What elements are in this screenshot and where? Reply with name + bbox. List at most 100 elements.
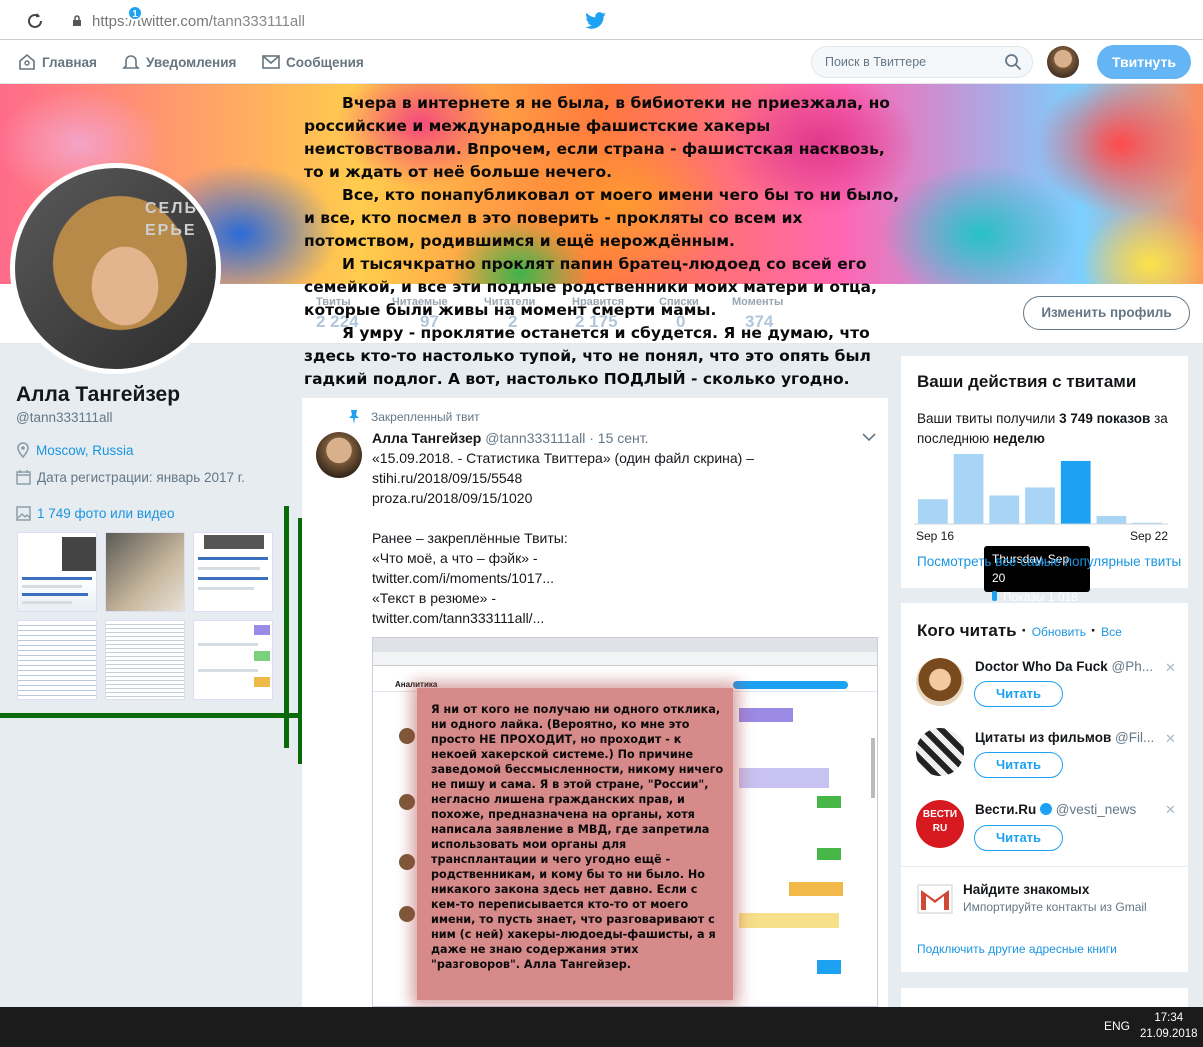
find-friends-subtitle[interactable]: Импортируйте контакты из Gmail bbox=[963, 900, 1147, 914]
account-name[interactable]: Вести.Ru @vesti_news bbox=[975, 802, 1136, 817]
media-thumbnail[interactable] bbox=[193, 532, 273, 612]
os-taskbar bbox=[0, 1007, 1203, 1047]
chevron-down-icon[interactable] bbox=[862, 432, 876, 442]
nav-notifications[interactable]: Уведомления bbox=[122, 40, 236, 84]
notification-badge: 1 bbox=[127, 5, 143, 21]
language-indicator[interactable]: ENG bbox=[1104, 1019, 1130, 1033]
system-clock[interactable]: 17:34 21.09.2018 bbox=[1140, 1010, 1198, 1042]
profile-joined: Дата регистрации: январь 2017 г. bbox=[16, 470, 245, 485]
chart-bar[interactable] bbox=[1025, 487, 1055, 524]
follow-button[interactable]: Читать bbox=[974, 681, 1063, 707]
chart-bar[interactable] bbox=[1060, 460, 1091, 524]
chart-bar[interactable] bbox=[989, 495, 1020, 524]
search-input[interactable]: Поиск в Твиттере bbox=[811, 46, 1033, 78]
view-all-link[interactable]: Все bbox=[1101, 625, 1122, 639]
avatar-background-text: СЕЛЬ ЕРЬЕ bbox=[145, 200, 198, 239]
tweet-button[interactable]: Твитнуть bbox=[1097, 45, 1191, 79]
media-thumbnail[interactable] bbox=[17, 532, 97, 612]
dismiss-icon[interactable]: ✕ bbox=[1165, 731, 1176, 747]
media-link[interactable]: 1 749 фото или видео bbox=[37, 506, 174, 521]
activity-title: Ваши действия с твитами bbox=[917, 372, 1137, 391]
edit-profile-button[interactable]: Изменить профиль bbox=[1023, 296, 1190, 330]
tweet-link[interactable]: proza.ru/2018/09/15/1020 bbox=[372, 488, 532, 508]
tweet-author-avatar[interactable] bbox=[316, 432, 362, 478]
gmail-icon bbox=[917, 884, 953, 914]
top-tweets-link[interactable]: Посмотреть все самые популярные твиты bbox=[917, 554, 1181, 569]
dismiss-icon[interactable]: ✕ bbox=[1165, 802, 1176, 818]
media-thumbnail[interactable] bbox=[17, 620, 97, 700]
green-mark bbox=[0, 713, 327, 718]
account-avatar[interactable] bbox=[1047, 46, 1079, 78]
home-icon bbox=[19, 53, 35, 70]
activity-chart[interactable]: Sep 16 Sep 22 bbox=[914, 440, 1176, 550]
media-thumbnail[interactable] bbox=[193, 620, 273, 700]
banner-paragraph: Вчера в интернете я не была, в бибиотеки… bbox=[304, 94, 890, 181]
tweet-link[interactable]: stihi.ru/2018/09/15/5548 bbox=[372, 468, 522, 488]
banner-paragraph: Я умру - проклятие останется и сбудется.… bbox=[304, 324, 871, 388]
account-name[interactable]: Doctor Who Da Fuck @Ph... bbox=[975, 659, 1153, 674]
profile-name[interactable]: Алла Тангейзер bbox=[16, 383, 180, 407]
divider bbox=[901, 866, 1188, 867]
who-to-follow-title: Кого читать · Обновить · Все bbox=[917, 621, 1122, 640]
chart-bar[interactable] bbox=[918, 499, 948, 524]
nav-home-label: Главная bbox=[42, 54, 97, 70]
embedded-tabs bbox=[373, 638, 877, 652]
follow-button[interactable]: Читать bbox=[974, 752, 1063, 778]
account-avatar[interactable] bbox=[916, 658, 964, 706]
chart-tick-label: Sep 22 bbox=[1130, 529, 1168, 543]
nav-notifications-label: Уведомления bbox=[146, 54, 237, 70]
joined-date: Дата регистрации: январь 2017 г. bbox=[37, 470, 245, 485]
account-avatar[interactable]: ВЕСТИ RU bbox=[916, 800, 964, 848]
verified-icon bbox=[1040, 803, 1053, 815]
nav-messages[interactable]: Сообщения bbox=[262, 40, 364, 84]
chart-tooltip: Thursday, Sep 20 Показы 1 018 bbox=[984, 546, 1090, 604]
tweet-line: «Что моё, а что – фэйк» - bbox=[372, 550, 538, 566]
refresh-link[interactable]: Обновить bbox=[1032, 625, 1086, 639]
twitter-bird-icon[interactable] bbox=[585, 12, 607, 30]
chart-bar[interactable] bbox=[1096, 515, 1127, 524]
bell-icon bbox=[122, 55, 140, 69]
profile-media: 1 749 фото или видео bbox=[16, 506, 174, 521]
banner-paragraph: Все, кто понапубликовал от моего имени ч… bbox=[304, 186, 900, 250]
banner-text-overlay: Вчера в интернете я не была, в бибиотеки… bbox=[304, 92, 900, 391]
tweet-line: «15.09.2018. - Статистика Твиттера» (оди… bbox=[372, 450, 755, 466]
lock-icon bbox=[73, 15, 81, 26]
media-thumbnail[interactable] bbox=[105, 620, 185, 700]
media-thumbnail[interactable] bbox=[105, 532, 185, 612]
calendar-icon bbox=[16, 470, 31, 485]
pin-icon bbox=[349, 410, 359, 424]
green-mark bbox=[284, 506, 289, 748]
find-friends-title[interactable]: Найдите знакомых bbox=[963, 882, 1089, 897]
chart-bar[interactable] bbox=[953, 454, 984, 524]
envelope-icon bbox=[262, 55, 280, 69]
profile-location: Moscow, Russia bbox=[16, 442, 134, 458]
embedded-addressbar bbox=[373, 652, 877, 666]
address-bar[interactable]: https://twitter.com/tann333111all bbox=[92, 13, 305, 30]
pinned-label: Закрепленный твит bbox=[371, 410, 480, 424]
account-name[interactable]: Цитаты из фильмов @Fil... bbox=[975, 730, 1154, 745]
location-link[interactable]: Moscow, Russia bbox=[36, 443, 134, 458]
banner-paragraph: И тысячкратно проклят папин братец-людое… bbox=[304, 255, 877, 319]
tweet-author[interactable]: Алла Тангейзер bbox=[372, 430, 481, 446]
location-pin-icon bbox=[17, 442, 29, 458]
tweet-line: «Текст в резюме» - bbox=[372, 590, 497, 606]
tweet-link[interactable]: twitter.com/i/moments/1017... bbox=[372, 568, 554, 588]
connect-address-books-link[interactable]: Подключить другие адресные книги bbox=[917, 942, 1117, 956]
profile-handle[interactable]: @tann333111all bbox=[16, 410, 113, 425]
profile-avatar[interactable]: СЕЛЬ ЕРЬЕ bbox=[10, 163, 221, 374]
dismiss-icon[interactable]: ✕ bbox=[1165, 660, 1176, 676]
reload-icon[interactable] bbox=[26, 12, 44, 30]
tweet-header[interactable]: Алла Тангейзер @tann333111all · 15 сент. bbox=[372, 430, 649, 446]
nav-messages-label: Сообщения bbox=[286, 54, 364, 70]
embedded-overlay-text: Я ни от кого не получаю ни одного отклик… bbox=[431, 703, 724, 971]
search-icon[interactable] bbox=[1004, 53, 1022, 71]
trends-card bbox=[901, 988, 1188, 1008]
tweet-line: Ранее – закреплённые Твиты: bbox=[372, 530, 568, 546]
tweet-handle-date[interactable]: @tann333111all · 15 сент. bbox=[485, 430, 648, 446]
nav-home[interactable]: Главная bbox=[18, 40, 97, 84]
follow-button[interactable]: Читать bbox=[974, 825, 1063, 851]
account-avatar[interactable] bbox=[916, 728, 964, 776]
chart-tick-label: Sep 16 bbox=[916, 529, 954, 543]
image-icon bbox=[16, 506, 31, 521]
tweet-link[interactable]: twitter.com/tann333111all/... bbox=[372, 608, 544, 628]
